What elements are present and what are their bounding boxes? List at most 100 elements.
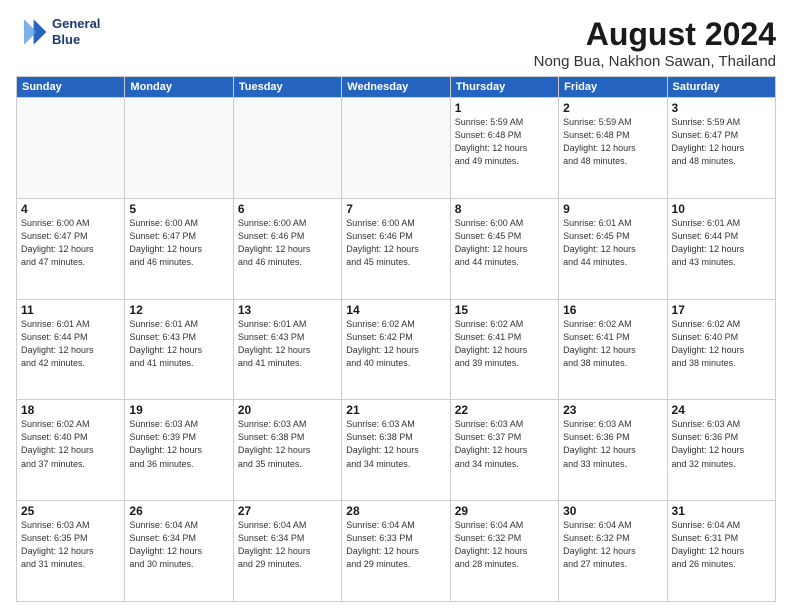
day-info: Sunrise: 6:03 AM Sunset: 6:38 PM Dayligh…: [238, 418, 337, 470]
title-block: August 2024 Nong Bua, Nakhon Sawan, Thai…: [534, 16, 776, 70]
calendar-cell: 15Sunrise: 6:02 AM Sunset: 6:41 PM Dayli…: [450, 299, 558, 400]
day-number: 3: [672, 101, 771, 115]
calendar-cell: 11Sunrise: 6:01 AM Sunset: 6:44 PM Dayli…: [17, 299, 125, 400]
day-number: 10: [672, 202, 771, 216]
day-number: 29: [455, 504, 554, 518]
day-info: Sunrise: 6:01 AM Sunset: 6:43 PM Dayligh…: [129, 318, 228, 370]
day-number: 12: [129, 303, 228, 317]
weekday-header-saturday: Saturday: [667, 77, 775, 98]
day-info: Sunrise: 6:04 AM Sunset: 6:33 PM Dayligh…: [346, 519, 445, 571]
day-info: Sunrise: 6:03 AM Sunset: 6:36 PM Dayligh…: [563, 418, 662, 470]
day-info: Sunrise: 5:59 AM Sunset: 6:47 PM Dayligh…: [672, 116, 771, 168]
header: General Blue August 2024 Nong Bua, Nakho…: [16, 16, 776, 70]
day-number: 16: [563, 303, 662, 317]
day-info: Sunrise: 6:00 AM Sunset: 6:47 PM Dayligh…: [21, 217, 120, 269]
calendar-cell: 10Sunrise: 6:01 AM Sunset: 6:44 PM Dayli…: [667, 198, 775, 299]
day-info: Sunrise: 6:03 AM Sunset: 6:36 PM Dayligh…: [672, 418, 771, 470]
day-number: 8: [455, 202, 554, 216]
day-info: Sunrise: 6:04 AM Sunset: 6:32 PM Dayligh…: [455, 519, 554, 571]
week-row-4: 25Sunrise: 6:03 AM Sunset: 6:35 PM Dayli…: [17, 501, 776, 602]
calendar-cell: 9Sunrise: 6:01 AM Sunset: 6:45 PM Daylig…: [559, 198, 667, 299]
day-info: Sunrise: 6:03 AM Sunset: 6:35 PM Dayligh…: [21, 519, 120, 571]
calendar-cell: 18Sunrise: 6:02 AM Sunset: 6:40 PM Dayli…: [17, 400, 125, 501]
calendar-cell: 26Sunrise: 6:04 AM Sunset: 6:34 PM Dayli…: [125, 501, 233, 602]
calendar-cell: 21Sunrise: 6:03 AM Sunset: 6:38 PM Dayli…: [342, 400, 450, 501]
day-number: 18: [21, 403, 120, 417]
day-number: 21: [346, 403, 445, 417]
calendar-cell: 23Sunrise: 6:03 AM Sunset: 6:36 PM Dayli…: [559, 400, 667, 501]
logo: General Blue: [16, 16, 100, 48]
day-info: Sunrise: 6:03 AM Sunset: 6:38 PM Dayligh…: [346, 418, 445, 470]
day-info: Sunrise: 6:04 AM Sunset: 6:34 PM Dayligh…: [238, 519, 337, 571]
day-info: Sunrise: 6:01 AM Sunset: 6:45 PM Dayligh…: [563, 217, 662, 269]
calendar-cell: 28Sunrise: 6:04 AM Sunset: 6:33 PM Dayli…: [342, 501, 450, 602]
day-number: 7: [346, 202, 445, 216]
day-number: 1: [455, 101, 554, 115]
weekday-header-sunday: Sunday: [17, 77, 125, 98]
day-info: Sunrise: 6:04 AM Sunset: 6:34 PM Dayligh…: [129, 519, 228, 571]
calendar-cell: [17, 98, 125, 199]
day-info: Sunrise: 6:01 AM Sunset: 6:44 PM Dayligh…: [21, 318, 120, 370]
day-info: Sunrise: 6:01 AM Sunset: 6:43 PM Dayligh…: [238, 318, 337, 370]
day-number: 11: [21, 303, 120, 317]
day-info: Sunrise: 6:00 AM Sunset: 6:47 PM Dayligh…: [129, 217, 228, 269]
day-info: Sunrise: 6:02 AM Sunset: 6:42 PM Dayligh…: [346, 318, 445, 370]
day-number: 26: [129, 504, 228, 518]
day-number: 22: [455, 403, 554, 417]
day-info: Sunrise: 6:02 AM Sunset: 6:40 PM Dayligh…: [672, 318, 771, 370]
weekday-header-friday: Friday: [559, 77, 667, 98]
calendar-cell: 22Sunrise: 6:03 AM Sunset: 6:37 PM Dayli…: [450, 400, 558, 501]
day-info: Sunrise: 6:00 AM Sunset: 6:46 PM Dayligh…: [238, 217, 337, 269]
calendar-cell: 1Sunrise: 5:59 AM Sunset: 6:48 PM Daylig…: [450, 98, 558, 199]
week-row-0: 1Sunrise: 5:59 AM Sunset: 6:48 PM Daylig…: [17, 98, 776, 199]
day-info: Sunrise: 6:02 AM Sunset: 6:41 PM Dayligh…: [455, 318, 554, 370]
day-number: 19: [129, 403, 228, 417]
day-number: 24: [672, 403, 771, 417]
day-info: Sunrise: 6:00 AM Sunset: 6:46 PM Dayligh…: [346, 217, 445, 269]
calendar-cell: 8Sunrise: 6:00 AM Sunset: 6:45 PM Daylig…: [450, 198, 558, 299]
day-info: Sunrise: 6:03 AM Sunset: 6:37 PM Dayligh…: [455, 418, 554, 470]
calendar-cell: [233, 98, 341, 199]
calendar-cell: [342, 98, 450, 199]
day-info: Sunrise: 5:59 AM Sunset: 6:48 PM Dayligh…: [563, 116, 662, 168]
page: General Blue August 2024 Nong Bua, Nakho…: [0, 0, 792, 612]
day-number: 13: [238, 303, 337, 317]
day-number: 2: [563, 101, 662, 115]
day-number: 20: [238, 403, 337, 417]
day-number: 4: [21, 202, 120, 216]
weekday-header-thursday: Thursday: [450, 77, 558, 98]
day-info: Sunrise: 6:00 AM Sunset: 6:45 PM Dayligh…: [455, 217, 554, 269]
day-info: Sunrise: 6:04 AM Sunset: 6:32 PM Dayligh…: [563, 519, 662, 571]
day-number: 15: [455, 303, 554, 317]
day-info: Sunrise: 6:03 AM Sunset: 6:39 PM Dayligh…: [129, 418, 228, 470]
calendar-cell: 31Sunrise: 6:04 AM Sunset: 6:31 PM Dayli…: [667, 501, 775, 602]
calendar-cell: [125, 98, 233, 199]
week-row-1: 4Sunrise: 6:00 AM Sunset: 6:47 PM Daylig…: [17, 198, 776, 299]
sub-title: Nong Bua, Nakhon Sawan, Thailand: [534, 53, 776, 70]
day-number: 30: [563, 504, 662, 518]
calendar-cell: 13Sunrise: 6:01 AM Sunset: 6:43 PM Dayli…: [233, 299, 341, 400]
logo-text: General Blue: [52, 16, 100, 47]
day-number: 25: [21, 504, 120, 518]
week-row-3: 18Sunrise: 6:02 AM Sunset: 6:40 PM Dayli…: [17, 400, 776, 501]
day-info: Sunrise: 6:01 AM Sunset: 6:44 PM Dayligh…: [672, 217, 771, 269]
day-number: 31: [672, 504, 771, 518]
calendar-cell: 2Sunrise: 5:59 AM Sunset: 6:48 PM Daylig…: [559, 98, 667, 199]
calendar-cell: 3Sunrise: 5:59 AM Sunset: 6:47 PM Daylig…: [667, 98, 775, 199]
weekday-header-monday: Monday: [125, 77, 233, 98]
calendar-table: SundayMondayTuesdayWednesdayThursdayFrid…: [16, 76, 776, 602]
day-number: 6: [238, 202, 337, 216]
calendar-cell: 17Sunrise: 6:02 AM Sunset: 6:40 PM Dayli…: [667, 299, 775, 400]
calendar-cell: 16Sunrise: 6:02 AM Sunset: 6:41 PM Dayli…: [559, 299, 667, 400]
weekday-header-row: SundayMondayTuesdayWednesdayThursdayFrid…: [17, 77, 776, 98]
day-info: Sunrise: 5:59 AM Sunset: 6:48 PM Dayligh…: [455, 116, 554, 168]
calendar-cell: 29Sunrise: 6:04 AM Sunset: 6:32 PM Dayli…: [450, 501, 558, 602]
calendar-cell: 27Sunrise: 6:04 AM Sunset: 6:34 PM Dayli…: [233, 501, 341, 602]
day-number: 5: [129, 202, 228, 216]
day-info: Sunrise: 6:02 AM Sunset: 6:41 PM Dayligh…: [563, 318, 662, 370]
calendar-cell: 12Sunrise: 6:01 AM Sunset: 6:43 PM Dayli…: [125, 299, 233, 400]
day-number: 9: [563, 202, 662, 216]
day-number: 28: [346, 504, 445, 518]
calendar-cell: 19Sunrise: 6:03 AM Sunset: 6:39 PM Dayli…: [125, 400, 233, 501]
calendar-cell: 20Sunrise: 6:03 AM Sunset: 6:38 PM Dayli…: [233, 400, 341, 501]
